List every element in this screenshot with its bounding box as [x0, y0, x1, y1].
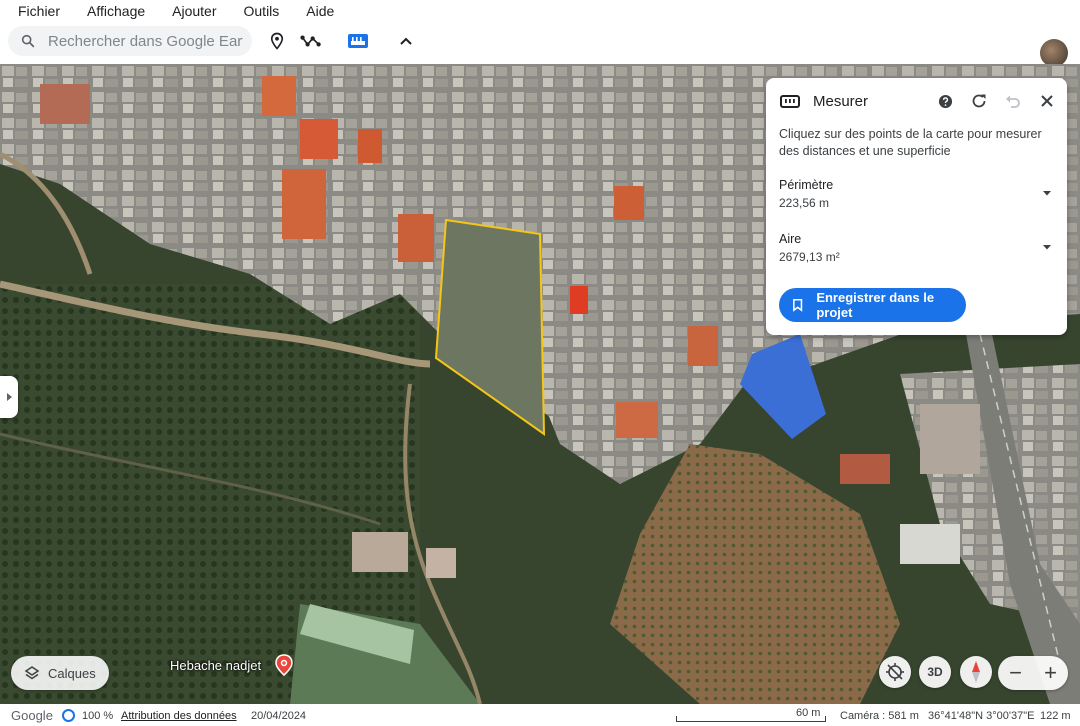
perimeter-label: Périmètre [779, 178, 834, 192]
panel-description: Cliquez sur des points de la carte pour … [779, 127, 1042, 158]
undo-icon [1006, 95, 1020, 108]
placemark-icon [270, 32, 284, 50]
zoom-in-button[interactable]: + [1033, 656, 1068, 690]
menu-affichage[interactable]: Affichage [87, 3, 145, 19]
elevation: 122 m [1040, 710, 1071, 722]
menu-aide[interactable]: Aide [306, 3, 334, 19]
add-placemark-button[interactable] [265, 29, 289, 53]
search-box[interactable] [8, 26, 252, 56]
camera-altitude: Caméra : 581 m [840, 710, 919, 722]
ruler-icon [780, 95, 800, 108]
undo-button[interactable] [1003, 91, 1023, 111]
save-to-project-button[interactable]: Enregistrer dans le projet [779, 288, 966, 322]
add-path-button[interactable] [299, 29, 323, 53]
compass-icon [972, 661, 980, 683]
measure-panel: Mesurer Cliquez sur des points de la car… [766, 78, 1067, 335]
area-value: 2679,13 m² [779, 250, 840, 264]
place-pin-icon[interactable] [274, 654, 294, 676]
caret-down-icon [1043, 245, 1051, 250]
close-panel-button[interactable] [1037, 91, 1057, 111]
zoom-controls: − + [998, 656, 1068, 690]
search-icon [21, 34, 35, 48]
chevron-right-icon [7, 393, 12, 401]
help-icon [938, 94, 952, 108]
place-label[interactable]: Hebache nadjet [170, 658, 261, 673]
imagery-date: 20/04/2024 [251, 710, 307, 722]
menu-fichier[interactable]: Fichier [18, 3, 60, 19]
panel-title: Mesurer [813, 93, 869, 110]
path-icon [300, 35, 321, 47]
reset-button[interactable] [969, 91, 989, 111]
layers-label: Calques [48, 665, 96, 681]
google-logo: Google [11, 708, 53, 723]
side-panel-toggle[interactable] [0, 376, 18, 418]
bookmark-icon [793, 299, 803, 312]
panel-header: Mesurer [766, 78, 1067, 124]
area-row[interactable]: Aire 2679,13 m² [779, 232, 1054, 268]
area-label: Aire [779, 232, 802, 246]
coordinates: 36°41'48"N 3°00'37"E [928, 710, 1035, 722]
ruler-icon [348, 34, 368, 48]
layers-button[interactable]: Calques [11, 656, 109, 690]
search-input[interactable] [48, 32, 243, 50]
compass-button[interactable] [960, 656, 992, 688]
map-view[interactable]: Mesurer Cliquez sur des points de la car… [0, 64, 1080, 704]
progress-ring-icon [62, 709, 75, 722]
menu-ajouter[interactable]: Ajouter [172, 3, 216, 19]
refresh-icon [972, 94, 986, 108]
toolbar [0, 22, 1080, 67]
toggle-3d-label: 3D [927, 665, 943, 679]
tilt-toggle-button[interactable] [879, 656, 911, 688]
no-tilt-icon [886, 663, 904, 681]
zoom-out-button[interactable]: − [998, 656, 1033, 690]
scale-label: 60 m [796, 707, 821, 719]
menu-bar: Fichier Affichage Ajouter Outils Aide [0, 0, 1080, 22]
help-button[interactable] [935, 91, 955, 111]
perimeter-value: 223,56 m [779, 196, 830, 210]
toggle-3d-button[interactable]: 3D [919, 656, 951, 688]
status-bar: Google 100 % Attribution des données 20/… [0, 704, 1080, 726]
menu-outils[interactable]: Outils [244, 3, 280, 19]
avatar[interactable] [1040, 39, 1068, 67]
close-icon [1041, 95, 1053, 107]
save-to-project-label: Enregistrer dans le projet [816, 290, 935, 320]
layers-icon [24, 666, 40, 680]
perimeter-row[interactable]: Périmètre 223,56 m [779, 178, 1054, 214]
caret-down-icon [1043, 191, 1051, 196]
chevron-up-icon [400, 37, 412, 45]
measure-button[interactable] [346, 29, 370, 53]
collapse-toolbar-button[interactable] [394, 29, 418, 53]
load-progress: 100 % [82, 710, 114, 722]
data-attribution-link[interactable]: Attribution des données [121, 710, 237, 722]
